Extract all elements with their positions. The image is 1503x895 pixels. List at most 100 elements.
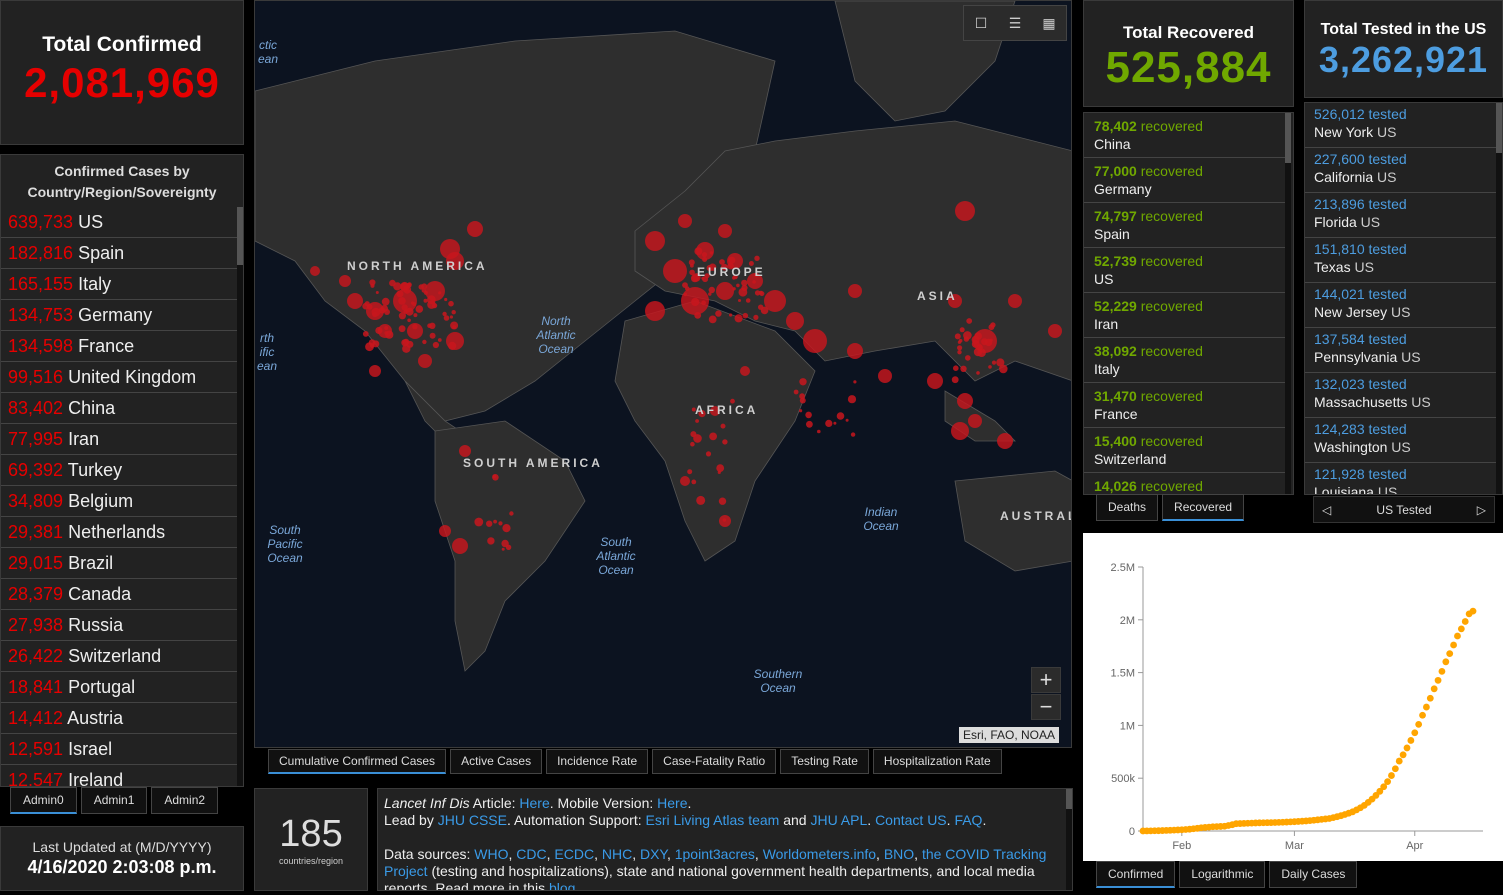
chevron-left-icon[interactable]: ◁ [1322, 503, 1331, 517]
case-bubble[interactable] [645, 301, 665, 321]
case-dot[interactable] [799, 378, 807, 386]
recovered-scrollbar[interactable] [1285, 113, 1291, 494]
case-dot[interactable] [717, 470, 721, 474]
case-dot[interactable] [401, 304, 408, 311]
case-dot[interactable] [448, 341, 457, 350]
case-dot[interactable] [976, 371, 980, 375]
case-dot[interactable] [412, 324, 418, 330]
case-dot[interactable] [958, 338, 963, 343]
article-link[interactable]: Here [519, 795, 549, 811]
case-bubble[interactable] [678, 214, 692, 228]
tested-list[interactable]: 526,012 tested New York US 227,600 tested C… [1304, 102, 1503, 495]
country-row[interactable]: 14,412 Austria [1, 703, 237, 734]
chevron-right-icon[interactable]: ▷ [1477, 503, 1486, 517]
tested-row[interactable]: 132,023 tested Massachusetts US [1305, 373, 1496, 418]
chart-point[interactable] [1426, 694, 1434, 702]
case-dot[interactable] [805, 411, 812, 419]
chart-point[interactable] [1403, 744, 1411, 752]
case-dot[interactable] [957, 345, 963, 351]
case-dot[interactable] [742, 312, 749, 319]
recovered-row[interactable]: 31,470 recovered France [1084, 383, 1285, 428]
case-dot[interactable] [728, 256, 736, 264]
case-bubble[interactable] [803, 329, 827, 353]
case-dot[interactable] [817, 429, 821, 434]
scrollbar-thumb[interactable] [237, 207, 243, 265]
recovered-row[interactable]: 52,739 recovered US [1084, 248, 1285, 293]
case-bubble[interactable] [878, 369, 892, 383]
country-row[interactable]: 182,816 Spain [1, 238, 237, 269]
recovered-row[interactable]: 52,229 recovered Iran [1084, 293, 1285, 338]
case-dot[interactable] [989, 338, 993, 342]
chart-point[interactable] [1442, 658, 1450, 666]
case-dot[interactable] [389, 279, 396, 287]
tab-logarithmic[interactable]: Logarithmic [1179, 861, 1266, 888]
case-dot[interactable] [845, 418, 849, 422]
case-dot[interactable] [696, 495, 706, 505]
case-dot[interactable] [501, 539, 509, 548]
case-bubble[interactable] [786, 312, 804, 330]
case-dot[interactable] [694, 312, 702, 319]
case-dot[interactable] [760, 306, 769, 315]
case-dot[interactable] [474, 517, 484, 527]
case-dot[interactable] [372, 311, 378, 318]
country-row[interactable]: 29,015 Brazil [1, 548, 237, 579]
chart-point[interactable] [1446, 650, 1454, 658]
case-dot[interactable] [825, 419, 833, 427]
case-dot[interactable] [486, 520, 493, 527]
case-dot[interactable] [422, 339, 427, 345]
tested-row[interactable]: 227,600 tested California US [1305, 148, 1496, 193]
case-bubble[interactable] [848, 284, 862, 298]
chart-point[interactable] [1438, 667, 1446, 675]
case-dot[interactable] [722, 439, 728, 445]
case-dot[interactable] [960, 365, 967, 372]
country-row[interactable]: 134,598 France [1, 331, 237, 362]
country-row[interactable]: 29,381 Netherlands [1, 517, 237, 548]
case-dot[interactable] [375, 291, 379, 294]
tab-testing-rate[interactable]: Testing Rate [780, 749, 869, 774]
case-dot[interactable] [690, 441, 695, 447]
source-link[interactable]: BNO [884, 846, 914, 862]
case-dot[interactable] [427, 323, 432, 329]
case-dot[interactable] [951, 376, 959, 384]
case-bubble[interactable] [951, 422, 969, 440]
case-dot[interactable] [449, 315, 453, 319]
case-dot[interactable] [437, 338, 442, 342]
case-dot[interactable] [492, 474, 497, 479]
case-dot[interactable] [381, 297, 390, 306]
country-row[interactable]: 83,402 China [1, 393, 237, 424]
case-dot[interactable] [366, 303, 373, 310]
country-row[interactable]: 134,753 Germany [1, 300, 237, 331]
chart-point[interactable] [1419, 711, 1426, 719]
recovered-row[interactable]: 15,400 recovered Switzerland [1084, 428, 1285, 473]
tab-active-cases[interactable]: Active Cases [450, 749, 543, 774]
case-dot[interactable] [996, 358, 1005, 367]
case-bubble[interactable] [957, 393, 973, 409]
case-dot[interactable] [716, 464, 725, 472]
chart-point[interactable] [1461, 618, 1469, 625]
chart-point[interactable] [1388, 772, 1395, 779]
chart-point[interactable] [1411, 729, 1419, 737]
country-list-scrollbar[interactable] [237, 207, 243, 786]
info-scrollbar[interactable] [1066, 789, 1072, 890]
case-dot[interactable] [806, 420, 813, 428]
tab-case-fatality-ratio[interactable]: Case-Fatality Ratio [652, 749, 777, 774]
recovered-row[interactable]: 77,000 recovered Germany [1084, 158, 1285, 203]
case-dot[interactable] [753, 314, 759, 320]
tab-incidence-rate[interactable]: Incidence Rate [546, 749, 649, 774]
case-dot[interactable] [722, 518, 727, 522]
country-row[interactable]: 639,733 US [1, 207, 237, 238]
case-bubble[interactable] [347, 293, 363, 309]
source-link[interactable]: Worldometers.info [763, 846, 876, 862]
case-dot[interactable] [752, 280, 756, 284]
tested-scrollbar[interactable] [1496, 103, 1502, 494]
case-dot[interactable] [957, 350, 962, 355]
case-dot[interactable] [701, 300, 706, 306]
source-link[interactable]: ECDC [554, 846, 594, 862]
case-dot[interactable] [372, 340, 380, 348]
tab-admin1[interactable]: Admin1 [80, 787, 148, 814]
country-row[interactable]: 34,809 Belgium [1, 486, 237, 517]
case-dot[interactable] [362, 331, 369, 337]
case-dot[interactable] [498, 521, 503, 526]
case-dot[interactable] [689, 269, 695, 276]
case-dot[interactable] [836, 412, 845, 420]
